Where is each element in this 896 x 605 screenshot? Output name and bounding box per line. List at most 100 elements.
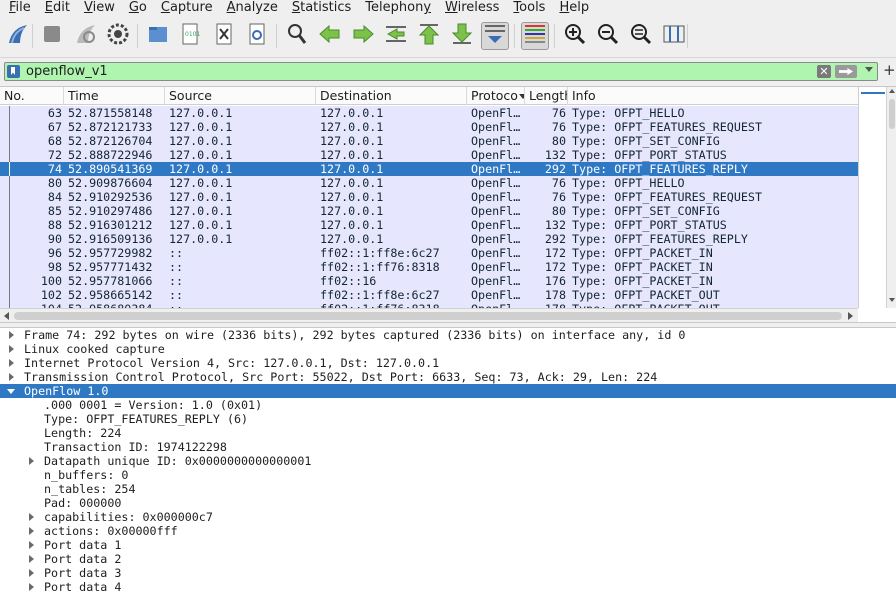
menu-item-tools[interactable]: Tools [506, 0, 552, 16]
detail-tree-item[interactable]: Transmission Control Protocol, Src Port:… [0, 370, 896, 384]
packet-row[interactable]: 90 52.916509136 127.0.0.1 127.0.0.1 OpenFl… T… [0, 232, 858, 246]
packet-row[interactable]: 68 52.872126704 127.0.0.1 127.0.0.1 OpenFl… T… [0, 134, 858, 148]
scroll-left-icon[interactable] [4, 312, 9, 320]
expand-arrow-icon[interactable] [29, 457, 34, 465]
auto-scroll-button[interactable] [481, 22, 509, 50]
menu-item-edit[interactable]: Edit [38, 0, 77, 16]
expand-arrow-icon[interactable] [29, 569, 34, 577]
column-header-no[interactable]: No. [0, 87, 64, 105]
packet-list-vertical-scrollbar[interactable] [886, 87, 896, 308]
column-header-info[interactable]: Info [568, 87, 858, 105]
colorize-button[interactable] [521, 22, 549, 50]
packet-row[interactable]: 102 52.958665142:: ff02::1:ff8e:6c27 OpenFl… [0, 288, 858, 302]
column-header-time[interactable]: Time [64, 87, 165, 105]
display-filter-text[interactable]: openflow_v1 [26, 63, 108, 80]
packet-list: No. Time Source Destination Protoco Leng… [0, 86, 896, 323]
detail-tree-item[interactable]: Port data 2 [0, 552, 896, 566]
column-header-source[interactable]: Source [165, 87, 316, 105]
vertical-scroll-thumb[interactable] [889, 99, 895, 129]
close-file-button[interactable] [210, 22, 238, 50]
detail-tree-item[interactable]: Frame 74: 292 bytes on wire (2336 bits),… [0, 328, 896, 342]
expand-arrow-icon[interactable] [9, 373, 14, 381]
expand-arrow-icon[interactable] [9, 345, 14, 353]
go-to-packet-button[interactable] [382, 22, 410, 50]
scroll-down-icon[interactable] [889, 298, 895, 302]
packet-row[interactable]: 84 52.910292536 127.0.0.1 127.0.0.1 OpenFl… T… [0, 190, 858, 204]
detail-tree-item[interactable]: Pad: 000000 [0, 496, 896, 510]
expand-arrow-icon[interactable] [9, 359, 14, 367]
detail-tree-item[interactable]: .000 0001 = Version: 1.0 (0x01) [0, 398, 896, 412]
detail-tree-item[interactable]: Port data 4 [0, 580, 896, 594]
expand-arrow-icon[interactable] [29, 583, 34, 591]
packet-list-horizontal-scrollbar[interactable] [0, 308, 858, 323]
expand-arrow-icon[interactable] [29, 513, 34, 521]
detail-tree-item[interactable]: capabilities: 0x000000c7 [0, 510, 896, 524]
expand-arrow-icon[interactable] [29, 541, 34, 549]
add-filter-button[interactable]: + [883, 62, 896, 78]
column-header-destination[interactable]: Destination [316, 87, 467, 105]
reload-file-button[interactable] [243, 22, 271, 50]
clear-filter-icon[interactable]: ✕ [817, 65, 831, 78]
packet-row[interactable]: 96 52.957729982:: ff02::1:ff8e:6c27 OpenFl…… [0, 246, 858, 260]
expand-arrow-icon[interactable] [9, 331, 14, 339]
capture-options-button[interactable] [104, 22, 132, 50]
zoom-normal-button[interactable] [627, 22, 655, 50]
detail-tree-item[interactable]: Datapath unique ID: 0x0000000000000001 [0, 454, 896, 468]
detail-tree-item[interactable]: Internet Protocol Version 4, Src: 127.0.… [0, 356, 896, 370]
go-last-packet-button[interactable] [448, 22, 476, 50]
detail-tree-item[interactable]: n_buffers: 0 [0, 468, 896, 482]
go-forward-button[interactable] [349, 22, 377, 50]
menu-item-go[interactable]: Go [122, 0, 154, 16]
menu-item-help[interactable]: Help [552, 0, 596, 16]
apply-filter-icon[interactable] [835, 65, 857, 78]
packet-row[interactable]: 63 52.871558148 127.0.0.1 127.0.0.1 OpenFl… T… [0, 106, 858, 120]
packet-row[interactable]: 85 52.910297486 127.0.0.1 127.0.0.1 OpenFl… T… [0, 204, 858, 218]
go-back-button[interactable] [316, 22, 344, 50]
menu-item-file[interactable]: File [2, 0, 38, 16]
menu-item-analyze[interactable]: Analyze [220, 0, 285, 16]
restart-capture-button[interactable] [72, 22, 100, 50]
detail-tree-item[interactable]: Port data 1 [0, 538, 896, 552]
recent-filters-dropdown-icon[interactable] [865, 67, 873, 72]
detail-tree-item[interactable]: Port data 3 [0, 566, 896, 580]
open-file-button[interactable] [144, 22, 172, 50]
column-header-length[interactable]: Length [525, 87, 568, 105]
go-first-packet-button[interactable] [415, 22, 443, 50]
packet-row[interactable]: 100 52.957781066:: ff02::16 OpenFl… Type: OF… [0, 274, 858, 288]
start-capture-button[interactable] [4, 22, 32, 50]
detail-tree-item[interactable]: OpenFlow 1.0 [0, 384, 896, 398]
detail-tree-item[interactable]: Type: OFPT_FEATURES_REPLY (6) [0, 412, 896, 426]
menu-item-telephony[interactable]: Telephony [358, 0, 438, 16]
horizontal-scroll-thumb[interactable] [14, 312, 842, 320]
column-header-protocol[interactable]: Protoco [467, 87, 525, 105]
display-filter-input[interactable]: openflow_v1 ✕ [4, 62, 878, 81]
stop-capture-button[interactable] [38, 22, 66, 50]
detail-tree-item[interactable]: actions: 0x00000fff [0, 524, 896, 538]
detail-tree-item[interactable]: Linux cooked capture [0, 342, 896, 356]
zoom-in-button[interactable] [561, 22, 589, 50]
detail-tree-item[interactable]: n_tables: 254 [0, 482, 896, 496]
packet-row[interactable]: 72 52.888722946 127.0.0.1 127.0.0.1 OpenFl… T… [0, 148, 858, 162]
save-file-button[interactable]: 0101 [176, 22, 204, 50]
expand-arrow-icon[interactable] [29, 527, 34, 535]
filter-bookmark-icon[interactable] [7, 65, 20, 78]
menu-item-capture[interactable]: Capture [154, 0, 220, 16]
menu-item-wireless[interactable]: Wireless [438, 0, 506, 16]
packet-row[interactable]: 98 52.957771432:: ff02::1:ff76:8318 OpenFl…… [0, 260, 858, 274]
zoom-out-button[interactable] [594, 22, 622, 50]
packet-row[interactable]: 74 52.890541369 127.0.0.1 127.0.0.1 OpenFl… T… [0, 162, 858, 176]
packet-minimap[interactable] [858, 87, 886, 308]
scroll-right-icon[interactable] [848, 312, 853, 320]
resize-columns-button[interactable] [660, 22, 688, 50]
detail-tree-item[interactable]: Transaction ID: 1974122298 [0, 440, 896, 454]
packet-row[interactable]: 80 52.909876604 127.0.0.1 127.0.0.1 OpenFl… T… [0, 176, 858, 190]
expand-arrow-icon[interactable] [29, 555, 34, 563]
find-packet-button[interactable] [283, 22, 311, 50]
detail-tree-item[interactable]: Length: 224 [0, 426, 896, 440]
collapse-arrow-icon[interactable] [7, 389, 15, 394]
menu-item-view[interactable]: View [77, 0, 122, 16]
packet-row[interactable]: 67 52.872121733 127.0.0.1 127.0.0.1 OpenFl… T… [0, 120, 858, 134]
packet-row[interactable]: 88 52.916301212 127.0.0.1 127.0.0.1 OpenFl… T… [0, 218, 858, 232]
menu-item-statistics[interactable]: Statistics [285, 0, 358, 16]
scroll-up-icon[interactable] [889, 89, 895, 93]
